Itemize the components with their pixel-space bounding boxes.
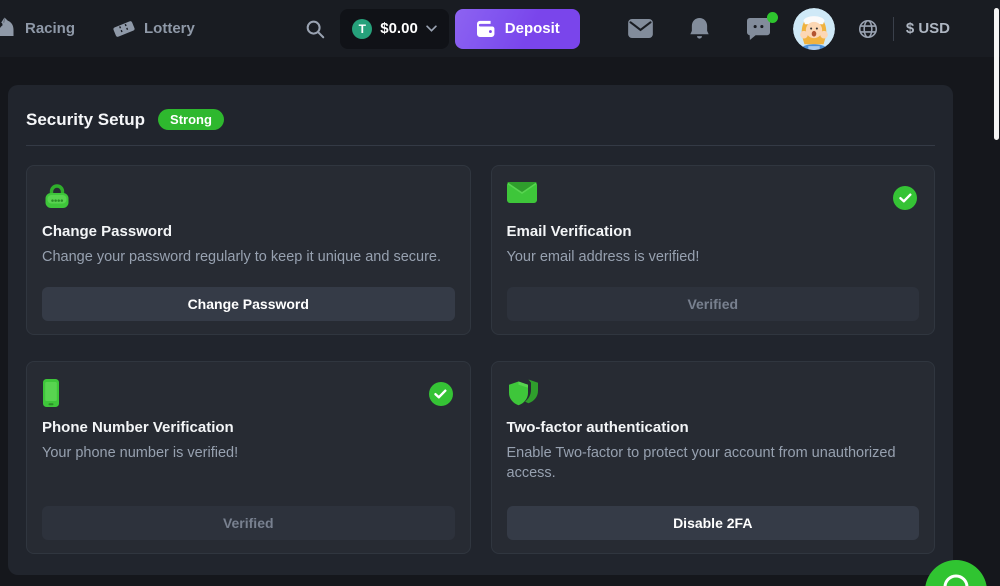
security-strength-badge: Strong [158,109,224,130]
wallet-balance-selector[interactable]: T $0.00 [340,9,449,49]
ticket-icon [111,17,137,40]
top-nav: Racing Lottery T $0.00 Deposit [0,0,1000,57]
card-title: Two-factor authentication [507,419,920,436]
nav-divider [893,17,894,41]
nav-left-group: Racing Lottery [0,15,195,43]
nav-item-label: Racing [25,20,75,37]
shield-icon [507,378,920,408]
email-verified-button: Verified [507,287,920,321]
card-description: Change your password regularly to keep i… [42,248,455,268]
chevron-down-icon [426,25,437,32]
scrollbar-thumb[interactable] [994,8,999,140]
verified-check-icon [429,382,453,406]
nav-item-lottery[interactable]: Lottery [113,20,195,37]
card-description: Your phone number is verified! [42,444,455,464]
card-two-factor: Two-factor authentication Enable Two-fac… [491,361,936,554]
disable-2fa-button[interactable]: Disable 2FA [507,506,920,540]
card-email-verification: Email Verification Your email address is… [491,165,936,335]
verified-check-icon [893,186,917,210]
phone-verified-button: Verified [42,506,455,540]
wallet-balance: $0.00 [380,20,418,37]
tether-coin-icon: T [352,19,372,39]
deposit-button[interactable]: Deposit [455,9,580,49]
horse-icon [0,15,16,43]
search-icon[interactable] [304,18,326,40]
chat-icon[interactable] [746,17,771,40]
bell-icon[interactable] [689,17,710,40]
currency-selector[interactable]: $ USD [906,20,950,37]
nav-icon-tray [628,17,771,40]
wallet-icon [475,20,496,37]
headset-icon [939,573,973,586]
header-divider [26,145,935,146]
mail-icon[interactable] [628,19,653,38]
card-description: Enable Two-factor to protect your accoun… [507,444,920,483]
lock-icon [42,182,455,212]
deposit-label: Deposit [505,20,560,37]
card-description: Your email address is verified! [507,248,920,268]
phone-icon [42,378,455,408]
card-title: Change Password [42,223,455,240]
card-title: Email Verification [507,223,920,240]
nav-item-label: Lottery [144,20,195,37]
change-password-button[interactable]: Change Password [42,287,455,321]
security-cards-grid: Change Password Change your password reg… [26,165,935,554]
envelope-icon [507,182,920,212]
globe-icon[interactable] [857,18,879,40]
chat-notification-dot [767,12,778,23]
card-change-password: Change Password Change your password reg… [26,165,471,335]
page-title: Security Setup [26,110,145,130]
user-avatar[interactable] [793,8,835,50]
nav-item-racing[interactable]: Racing [0,15,75,43]
card-title: Phone Number Verification [42,419,455,436]
security-setup-panel: Security Setup Strong Change Password Ch… [8,85,953,575]
card-phone-verification: Phone Number Verification Your phone num… [26,361,471,554]
panel-header: Security Setup Strong [26,109,935,130]
